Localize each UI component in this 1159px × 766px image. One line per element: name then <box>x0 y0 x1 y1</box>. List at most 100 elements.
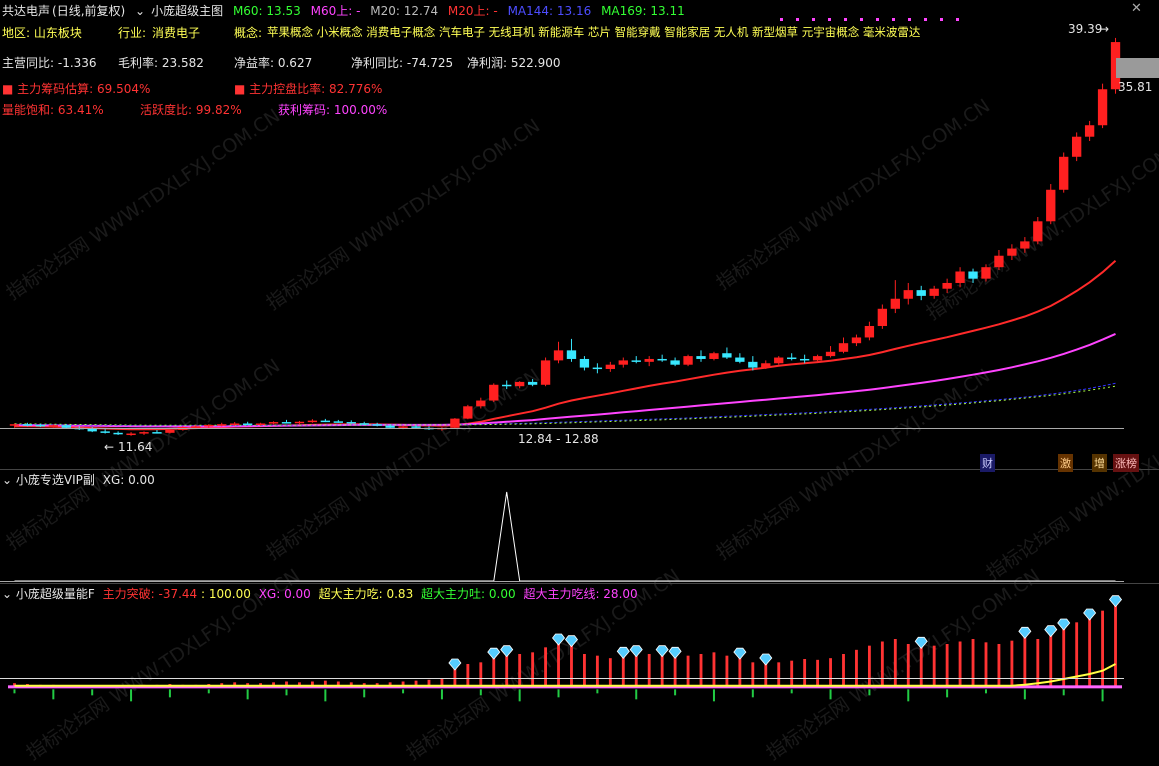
chevron-down-icon[interactable]: ⌄ <box>2 587 12 601</box>
candle-body <box>631 360 641 362</box>
candle-body <box>450 418 460 428</box>
candle-body <box>372 424 382 426</box>
candle-body <box>670 360 680 365</box>
diamond-icon <box>668 646 682 659</box>
candle-body <box>489 384 499 401</box>
candle <box>670 357 680 367</box>
candle-body <box>696 356 706 359</box>
energy-negative-bar <box>168 689 171 698</box>
energy-bar <box>997 644 1001 688</box>
candle <box>281 419 292 424</box>
diamond-marker <box>1057 618 1071 631</box>
candle <box>838 337 849 354</box>
energy-negative-bar <box>91 689 94 696</box>
candle-body <box>955 271 965 283</box>
diamond-marker <box>1083 608 1097 621</box>
top-marker-dot <box>796 18 799 21</box>
energy-negative-bar <box>1062 689 1065 696</box>
gross-margin: 毛利率: 23.582 <box>118 56 204 70</box>
candle-body <box>333 421 343 423</box>
diamond-icon <box>1057 618 1071 631</box>
chevron-down-icon[interactable]: ⌄ <box>2 473 12 487</box>
energy-bar <box>893 639 897 688</box>
top-marker-dot <box>924 18 927 21</box>
energy-bar <box>880 641 884 688</box>
candle-body <box>165 429 175 433</box>
close-icon[interactable]: ✕ <box>1131 1 1142 16</box>
candle <box>631 356 641 364</box>
candle-body <box>152 432 162 434</box>
candle <box>942 278 952 294</box>
candle-body <box>255 423 266 425</box>
energy-bar <box>1010 640 1014 688</box>
energy-negative-bar <box>790 689 793 694</box>
candle <box>113 431 123 435</box>
diamond-marker <box>759 653 773 666</box>
candle-body <box>502 384 512 387</box>
panel3-title[interactable]: 小庞超级量能F <box>16 587 95 601</box>
energy-bar <box>751 662 755 688</box>
super-eat-value: 超大主力吃: 0.83 <box>318 587 414 601</box>
candle <box>657 354 667 362</box>
period-label: (日线,前复权) <box>52 4 126 18</box>
candle-body <box>527 381 538 385</box>
event-tag-limit-list[interactable]: 涨榜 <box>1113 454 1139 472</box>
candle-body <box>916 290 926 296</box>
candle-body <box>281 422 292 424</box>
candle <box>463 404 473 420</box>
chevron-down-icon[interactable]: ⌄ <box>135 4 145 18</box>
energy-bar <box>518 654 522 688</box>
energy-bar <box>699 654 703 688</box>
candle <box>877 304 888 329</box>
diamond-icon <box>655 645 669 658</box>
candle-body <box>346 422 356 424</box>
candle-body <box>864 325 875 338</box>
ma-line-m60 <box>14 332 1116 428</box>
energy-negative-bar <box>402 689 405 694</box>
candle-body <box>1059 156 1069 190</box>
concept-label: 概念: <box>234 26 263 40</box>
candle <box>489 383 499 402</box>
candle-body <box>605 364 616 370</box>
candle-body <box>22 424 33 426</box>
event-tag-excite[interactable]: 激 <box>1058 454 1073 472</box>
net-profit-growth: 净利同比: -74.725 <box>351 56 454 70</box>
diamond-icon <box>500 645 514 658</box>
event-tag-increase[interactable]: 增 <box>1092 454 1107 472</box>
main-price-plot <box>9 18 1121 436</box>
m20-value: M20: 12.74 <box>370 4 439 18</box>
diamond-icon <box>1109 595 1123 608</box>
candle-body <box>1071 136 1082 157</box>
event-tag-finance[interactable]: 财 <box>980 454 995 472</box>
candle-body <box>774 357 784 364</box>
revenue-growth: 主营同比: -1.336 <box>2 56 97 70</box>
candle <box>527 379 538 387</box>
main-control-ratio-text: 主力控盘比率: 82.776% <box>249 82 383 96</box>
energy-bar <box>583 654 586 688</box>
energy-bar <box>608 658 612 688</box>
industry-value: 消费电子 <box>152 26 201 40</box>
level-value: : 100.00 <box>201 587 251 601</box>
top-marker-dot <box>892 18 895 21</box>
energy-bar <box>1114 605 1117 688</box>
volume-energy-plot <box>8 595 1123 702</box>
indicator-name[interactable]: 小庞超级主图 <box>151 4 223 18</box>
panel2-title[interactable]: 小庞专选VIP副 <box>16 473 95 487</box>
main-chip-estimate-text: 主力筹码估算: 69.504% <box>17 82 151 96</box>
candle-body <box>294 421 305 424</box>
candle-body <box>100 431 110 433</box>
panel2-baseline <box>0 581 1124 582</box>
candle <box>307 419 318 423</box>
energy-negative-bar <box>52 689 55 700</box>
candle-body <box>994 255 1004 268</box>
diamond-marker <box>616 646 630 659</box>
diamond-marker <box>552 633 566 646</box>
energy-bar <box>673 657 677 688</box>
energy-bar <box>842 654 845 688</box>
candle <box>683 354 693 367</box>
candle-body <box>722 353 732 358</box>
candle <box>126 432 136 436</box>
xg-indicator-plot <box>14 491 1116 582</box>
candle <box>1046 184 1056 225</box>
candle <box>916 285 926 301</box>
